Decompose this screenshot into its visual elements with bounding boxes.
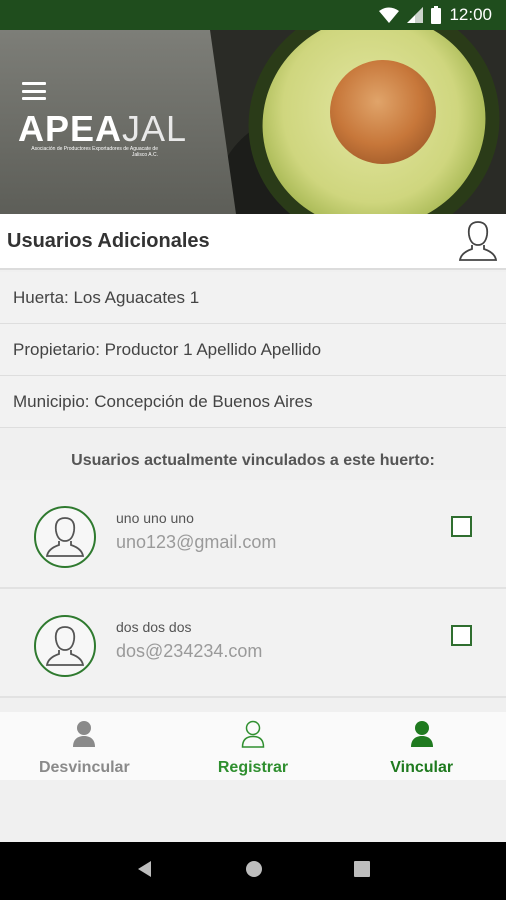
info-propietario: Propietario: Productor 1 Apellido Apelli…	[0, 324, 506, 376]
list-item[interactable]: uno uno uno uno123@gmail.com	[0, 480, 506, 589]
linked-users-label: Usuarios actualmente vinculados a este h…	[71, 452, 435, 469]
info-municipio: Municipio: Concepción de Buenos Aires	[0, 376, 506, 428]
avocado-pit	[330, 60, 436, 164]
title-bar: Usuarios Adicionales	[0, 214, 506, 270]
system-navigation-bar	[0, 842, 506, 900]
user-email: dos@234234.com	[116, 641, 263, 661]
bottom-navigation: Desvincular Registrar Vincular	[0, 712, 506, 780]
user-avatar-icon	[34, 506, 96, 568]
user-checkbox[interactable]	[451, 516, 472, 537]
user-checkbox[interactable]	[451, 625, 472, 646]
list-item[interactable]: dos dos dos dos@234234.com	[0, 589, 506, 698]
logo-main: APEA	[18, 108, 123, 149]
status-time: 12:00	[449, 5, 492, 24]
user-avatar-icon	[34, 615, 96, 677]
wifi-icon	[379, 7, 400, 23]
user-name: uno uno uno	[116, 510, 194, 526]
user-email: uno123@gmail.com	[116, 532, 277, 552]
register-user-icon	[241, 720, 265, 753]
link-user-icon	[410, 720, 434, 753]
unlink-user-icon	[72, 720, 96, 753]
logo-subtitle: Asociación de Productores Exportadores d…	[31, 146, 158, 158]
logo: APEAJAL	[18, 108, 187, 150]
status-bar: 12:00	[0, 0, 506, 30]
info-huerta: Huerta: Los Aguacates 1	[0, 272, 506, 324]
page-title: Usuarios Adicionales	[7, 229, 210, 252]
header-banner: APEAJAL Asociación de Productores Export…	[0, 30, 506, 214]
signal-icon	[407, 7, 424, 23]
user-name: dos dos dos	[116, 619, 192, 635]
nav-vincular-button[interactable]: Vincular	[337, 712, 506, 780]
back-icon[interactable]	[136, 860, 154, 883]
profile-icon[interactable]	[458, 218, 498, 264]
hamburger-menu-icon[interactable]	[22, 82, 46, 100]
recents-icon[interactable]	[354, 860, 371, 882]
nav-desvincular-button[interactable]: Desvincular	[0, 712, 169, 780]
nav-registrar-label: Registrar	[217, 759, 289, 776]
logo-accent: JAL	[122, 108, 188, 149]
home-icon[interactable]	[245, 860, 263, 883]
battery-icon	[431, 6, 442, 24]
nav-vincular-label: Vincular	[390, 759, 454, 776]
nav-registrar-button[interactable]: Registrar	[169, 712, 338, 780]
nav-desvincular-label: Desvincular	[38, 759, 130, 776]
